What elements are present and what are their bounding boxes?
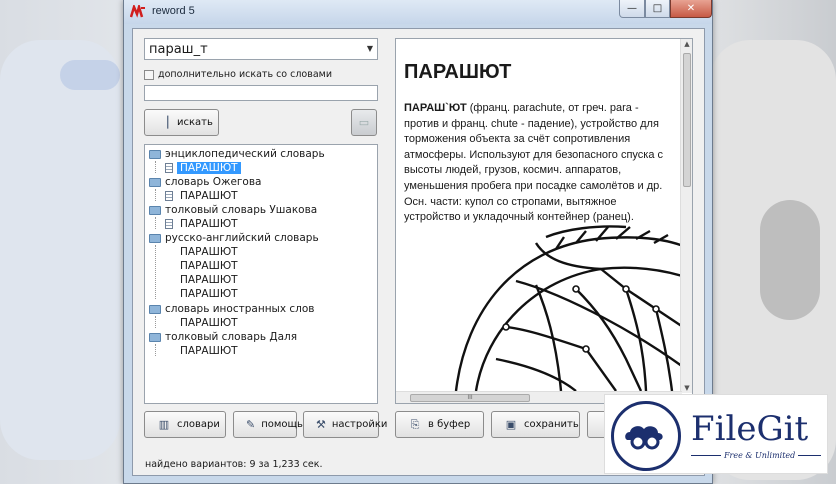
copy-button-label: в буфер — [428, 419, 471, 430]
window-title: reword 5 — [152, 5, 195, 17]
books-icon: ▥ — [158, 418, 170, 431]
minimize-button[interactable]: — — [619, 0, 645, 18]
tree-entry[interactable]: ПАРАШЮТ — [165, 246, 241, 258]
entry-label: ПАРАШЮТ — [180, 190, 238, 202]
tree-connector — [155, 245, 156, 299]
tree-entry[interactable]: ПАРАШЮТ — [165, 317, 241, 329]
close-button[interactable]: ✕ — [670, 0, 712, 18]
watermark-subtitle: Free & Unlimited — [721, 451, 799, 460]
save-button[interactable]: ▣ сохранить — [491, 411, 580, 438]
cursor-icon: ▕ — [159, 116, 169, 129]
article-headword: ПАРАШ`ЮТ — [404, 102, 467, 114]
tree-connector — [155, 189, 156, 201]
vertical-scrollbar[interactable]: ▲ ▼ — [680, 39, 692, 393]
category-label: толковый словарь Даля — [165, 331, 298, 343]
eraser-icon: ▭ — [358, 116, 370, 129]
title-bar[interactable]: reword 5 — □ ✕ — [124, 0, 712, 24]
clipboard-icon: ⎘ — [410, 417, 420, 431]
article-view[interactable]: ПАРАШЮТ ПАРАШ`ЮТ (франц. parachute, от г… — [395, 38, 693, 404]
vertical-scroll-thumb[interactable] — [683, 53, 691, 187]
settings-icon: ⚒ — [316, 418, 326, 431]
tree-entry[interactable]: ПАРАШЮТ — [165, 274, 241, 286]
tree-entry[interactable]: ПАРАШЮТ — [165, 345, 241, 357]
entry-label: ПАРАШЮТ — [180, 274, 238, 286]
article-title: ПАРАШЮТ — [404, 61, 512, 83]
tree-entry[interactable]: ПАРАШЮТ — [165, 288, 241, 300]
tree-connector — [155, 316, 156, 328]
clear-button[interactable]: ▭ — [351, 109, 377, 136]
copy-to-clipboard-button[interactable]: ⎘ в буфер — [395, 411, 484, 438]
tree-category[interactable]: энциклопедический словарь — [149, 148, 325, 160]
search-query: параш_т — [149, 42, 208, 57]
tree-connector — [155, 161, 156, 173]
document-icon — [165, 163, 173, 173]
help-button-label: помощь — [261, 419, 303, 430]
scroll-down-icon[interactable]: ▼ — [681, 384, 692, 392]
tree-entry[interactable]: ПАРАШЮТ — [165, 190, 241, 202]
tree-category[interactable]: русско-английский словарь — [149, 232, 319, 244]
entry-label: ПАРАШЮТ — [180, 345, 238, 357]
maximize-button[interactable]: □ — [645, 0, 670, 18]
parachute-illustration — [454, 225, 682, 391]
search-button[interactable]: ▕ искать — [144, 109, 219, 136]
settings-button[interactable]: ⚒ настройки — [303, 411, 387, 438]
book-icon — [149, 149, 161, 159]
help-button[interactable]: ✎ помощь — [233, 411, 303, 438]
tree-category[interactable]: толковый словарь Даля — [149, 331, 297, 343]
scroll-up-icon[interactable]: ▲ — [681, 40, 692, 48]
entry-label: ПАРАШЮТ — [180, 260, 238, 272]
search-button-label: искать — [177, 117, 213, 128]
background-blur — [760, 200, 820, 320]
floppy-icon: ▣ — [505, 418, 517, 431]
background-blur — [60, 60, 120, 90]
entry-label: ПАРАШЮТ — [180, 246, 238, 258]
dictionaries-button-label: словари — [177, 419, 220, 430]
results-tree[interactable]: энциклопедический словарь ПАРАШЮТ словар… — [144, 144, 378, 404]
article-definition: (франц. parachute, от греч. para - проти… — [404, 102, 664, 224]
also-search-option[interactable]: дополнительно искать со словами — [144, 69, 332, 80]
tree-connector — [155, 217, 156, 229]
dictionaries-button[interactable]: ▥ словари — [144, 411, 226, 438]
book-icon — [149, 332, 161, 342]
category-label: словарь иностранных слов — [165, 303, 315, 315]
category-label: энциклопедический словарь — [165, 148, 325, 160]
tree-entry[interactable]: ПАРАШЮТ — [165, 218, 241, 230]
tree-category[interactable]: толковый словарь Ушакова — [149, 204, 317, 216]
entry-label: ПАРАШЮТ — [180, 317, 238, 329]
book-icon — [149, 205, 161, 215]
status-text: найдено вариантов: 9 за 1,233 сек. — [145, 459, 323, 470]
tree-entry[interactable]: ПАРАШЮТ — [165, 162, 241, 174]
book-icon — [149, 177, 161, 187]
category-label: толковый словарь Ушакова — [165, 204, 318, 216]
book-icon — [149, 233, 161, 243]
chevron-down-icon[interactable]: ▼ — [367, 44, 373, 53]
extra-words-input[interactable] — [144, 85, 378, 101]
save-button-label: сохранить — [524, 419, 579, 430]
watermark-title: FileGit — [691, 409, 809, 449]
filegit-logo-icon — [611, 401, 681, 471]
category-label: словарь Ожегова — [165, 176, 262, 188]
cloud-glasses-icon — [625, 426, 663, 450]
search-combobox[interactable]: параш_т ▼ — [144, 38, 378, 60]
document-icon — [165, 191, 173, 201]
article-body: ПАРАШ`ЮТ (франц. parachute, от греч. par… — [404, 101, 674, 226]
horizontal-scroll-thumb[interactable]: III — [410, 394, 530, 402]
book-icon — [149, 304, 161, 314]
tree-entry[interactable]: ПАРАШЮТ — [165, 260, 241, 272]
settings-button-label: настройки — [331, 419, 388, 430]
app-logo-icon — [130, 5, 145, 18]
tree-connector — [155, 344, 156, 356]
background-blur — [0, 40, 120, 460]
document-icon — [165, 219, 173, 229]
entry-label: ПАРАШЮТ — [177, 162, 241, 174]
also-search-label: дополнительно искать со словами — [158, 69, 332, 80]
entry-label: ПАРАШЮТ — [180, 218, 238, 230]
also-search-checkbox[interactable] — [144, 69, 154, 80]
category-label: русско-английский словарь — [165, 232, 319, 244]
help-icon: ✎ — [246, 418, 256, 431]
tree-category[interactable]: словарь Ожегова — [149, 176, 261, 188]
entry-label: ПАРАШЮТ — [180, 288, 238, 300]
filegit-watermark: FileGit Free & Unlimited — [604, 394, 828, 474]
tree-category[interactable]: словарь иностранных слов — [149, 303, 315, 315]
